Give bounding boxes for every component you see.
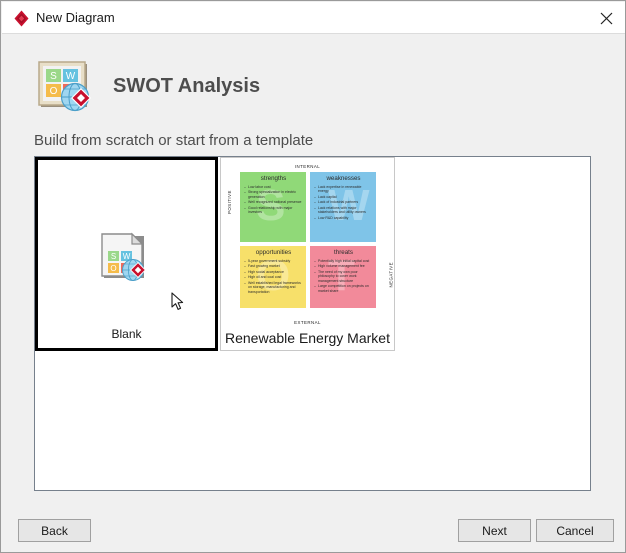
cancel-button[interactable]: Cancel: [536, 519, 614, 542]
list-item: Low labor cost: [244, 185, 303, 190]
list-item: Lack expertise in renewable energy: [314, 185, 373, 194]
next-button[interactable]: Next: [458, 519, 531, 542]
list-item: Well recognized national presence: [244, 200, 303, 205]
quadrant-title-threats: threats: [334, 249, 353, 256]
list-item: 5-year government subsidy: [244, 259, 303, 264]
close-icon[interactable]: [592, 5, 620, 31]
page-subtitle: Build from scratch or start from a templ…: [34, 132, 314, 149]
template-list-panel: S W O Blank INTERNAL EXTERNAL POSITIVE N…: [34, 156, 591, 491]
list-item: Lack of industrial partners: [314, 200, 373, 205]
list-item: High social acceptance: [244, 270, 303, 275]
list-item: Fast growing market: [244, 264, 303, 269]
list-item: Well established legal frameworks on sto…: [244, 281, 303, 294]
quadrant-title-weaknesses: weaknesses: [326, 175, 361, 182]
list-item: Lack capital: [314, 195, 373, 200]
swot-quadrant-strengths: S strengths Low labor cost Strong specia…: [240, 172, 306, 242]
svg-text:O: O: [50, 86, 58, 97]
back-button[interactable]: Back: [18, 519, 91, 542]
template-caption-swot: Renewable Energy Market: [225, 330, 390, 346]
blank-document-icon: S W O: [100, 232, 154, 286]
swot-label-positive: POSITIVE: [227, 190, 232, 214]
quadrant-items-strengths: Low labor cost Strong specialization in …: [244, 185, 303, 215]
swot-analysis-icon: S W O: [37, 61, 99, 117]
swot-label-external: EXTERNAL: [294, 320, 321, 325]
list-item: Strong specialization in electric genera…: [244, 190, 303, 199]
list-item: Potentially high initial capital cost: [314, 259, 373, 264]
swot-quadrant-opportunities: O opportunities 5-year government subsid…: [240, 246, 306, 308]
list-item: High oil and coal cost: [244, 275, 303, 280]
page-title: SWOT Analysis: [113, 75, 261, 97]
quadrant-items-weaknesses: Lack expertise in renewable energy Lack …: [314, 185, 373, 221]
list-item: High volume management fee: [314, 264, 373, 269]
new-diagram-dialog: New Diagram S W O SWOT Analysis Build fr…: [0, 0, 626, 553]
template-tile-blank[interactable]: S W O Blank: [35, 157, 218, 351]
swot-thumbnail-preview: INTERNAL EXTERNAL POSITIVE NEGATIVE S st…: [226, 162, 393, 326]
title-bar: New Diagram: [2, 2, 625, 34]
svg-text:S: S: [110, 252, 115, 261]
swot-quadrant-threats: T threats Potentially high initial capit…: [310, 246, 376, 308]
mouse-pointer-icon: [171, 292, 185, 312]
quadrant-title-opportunities: opportunities: [255, 249, 292, 256]
svg-text:O: O: [110, 264, 116, 273]
quadrant-title-strengths: strengths: [260, 175, 287, 182]
list-item: Good relationship with major investors: [244, 206, 303, 215]
quadrant-items-threats: Potentially high initial capital cost Hi…: [314, 259, 373, 293]
template-tile-swot[interactable]: INTERNAL EXTERNAL POSITIVE NEGATIVE S st…: [220, 157, 395, 351]
list-item: Large competition on projects on market …: [314, 284, 373, 293]
quadrant-items-opportunities: 5-year government subsidy Fast growing m…: [244, 259, 303, 295]
svg-text:W: W: [66, 71, 76, 82]
list-item: Lack relations with major stakeholders a…: [314, 206, 373, 215]
window-title: New Diagram: [36, 10, 115, 25]
list-item: The need of my own poor philosophy to co…: [314, 270, 373, 283]
diagram-app-icon: [13, 10, 30, 27]
swot-label-internal: INTERNAL: [294, 164, 321, 169]
svg-text:S: S: [50, 71, 57, 82]
template-caption-blank: Blank: [111, 327, 142, 341]
swot-quadrant-weaknesses: W weaknesses Lack expertise in renewable…: [310, 172, 376, 242]
list-item: Low R&D capability: [314, 216, 373, 221]
swot-label-negative: NEGATIVE: [388, 262, 393, 288]
